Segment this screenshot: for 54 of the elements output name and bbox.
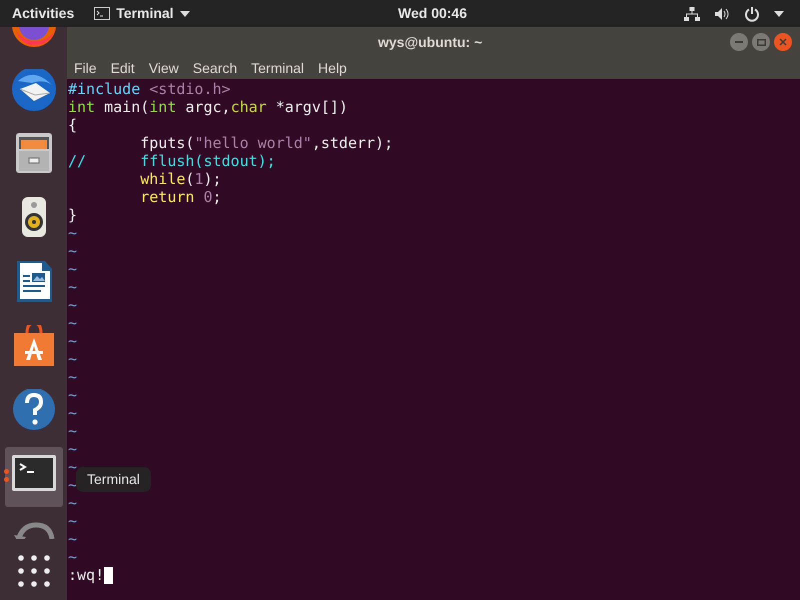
menu-item[interactable]: Search [192,58,238,78]
empty-line-marker: ~ [68,386,78,404]
app-menu[interactable]: Terminal [94,3,190,24]
network-icon[interactable] [684,6,700,20]
volume-icon[interactable] [714,6,730,20]
empty-line-marker: ~ [68,512,78,530]
empty-line-marker: ~ [68,314,78,332]
menu-item[interactable]: Edit [110,58,135,78]
minimize-button[interactable] [730,33,748,51]
maximize-icon [756,38,766,46]
command-line: :wq! [68,566,104,584]
close-icon [779,38,787,46]
code-line: int main(int argc,char *argv[]) [68,98,348,116]
empty-line-marker: ~ [68,494,78,512]
empty-line-marker: ~ [68,422,78,440]
code-line: { [68,116,78,134]
dock-item-highlight[interactable] [4,447,62,507]
empty-line-marker: ~ [68,458,78,476]
empty-line-marker: ~ [68,332,78,350]
caret-icon [180,10,190,16]
code-line: fputs("hello world",stderr); [139,134,394,152]
maximize-button[interactable] [752,33,770,51]
empty-line-marker: ~ [68,350,78,368]
menu-item[interactable]: View [148,58,179,78]
terminal-icon [94,7,110,20]
code-line: while(1); [139,170,222,188]
empty-line-marker: ~ [68,368,78,386]
activities-button[interactable]: Activities [12,3,74,24]
code-line: return 0; [139,188,222,206]
empty-line-marker: ~ [68,530,78,548]
code-line: } [68,206,78,224]
empty-line-marker: ~ [68,224,78,242]
cursor [104,566,114,584]
menu-item[interactable]: Terminal [251,58,304,78]
code-line: // fflush(stdout); [68,152,276,170]
clock[interactable]: Wed 00:46 [398,3,467,24]
caret-icon[interactable] [774,10,784,16]
tooltip: Terminal [76,467,151,492]
window-title: wys@ubuntu: ~ [378,32,482,52]
empty-line-marker: ~ [68,440,78,458]
minimize-icon [735,41,743,43]
empty-line-marker: ~ [68,260,78,278]
empty-line-marker: ~ [68,278,78,296]
empty-line-marker: ~ [68,296,78,314]
menu-item[interactable]: File [74,58,97,78]
empty-line-marker: ~ [68,476,78,494]
empty-line-marker: ~ [68,242,78,260]
empty-line-marker: ~ [68,404,78,422]
app-grid-icon[interactable] [18,555,50,587]
menu-item[interactable]: Help [318,58,347,78]
code-line: #include <stdio.h> [68,80,231,98]
close-button[interactable] [774,33,792,51]
power-icon[interactable] [744,6,760,22]
empty-line-marker: ~ [68,548,78,566]
